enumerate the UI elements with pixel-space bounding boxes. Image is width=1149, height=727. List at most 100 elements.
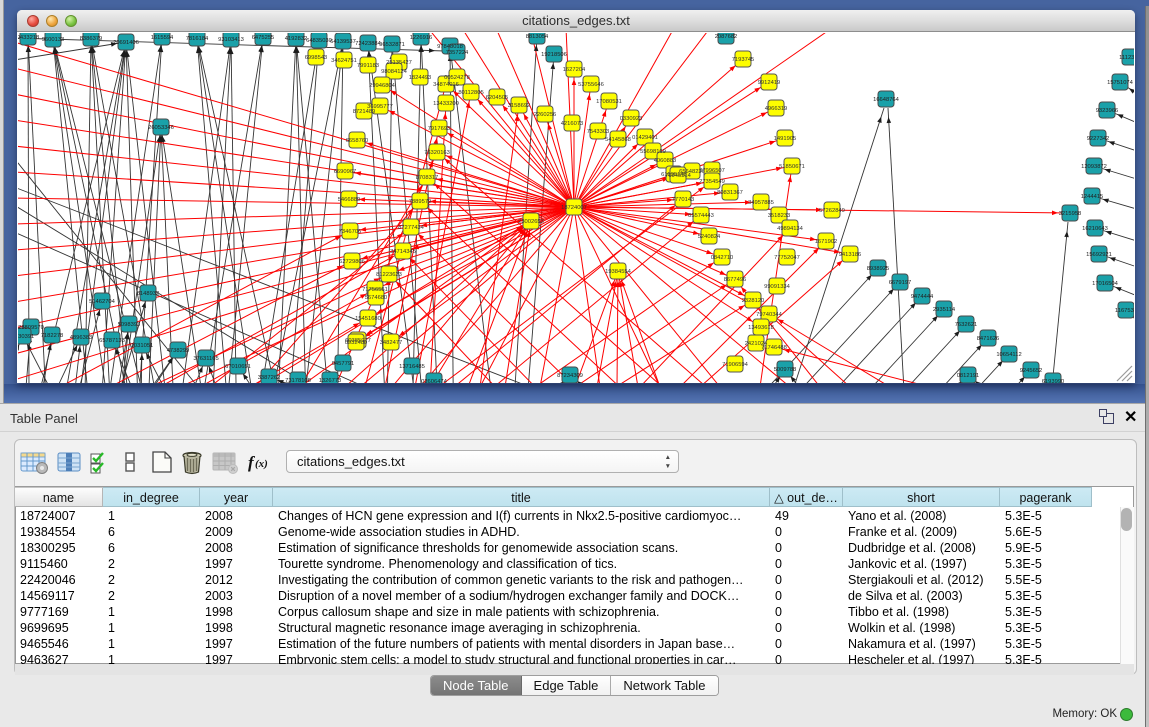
svg-text:9413186: 9413186	[839, 252, 862, 258]
svg-text:62729806: 62729806	[339, 259, 365, 265]
svg-text:01429401: 01429401	[632, 135, 658, 141]
svg-text:67010651: 67010651	[225, 364, 251, 370]
svg-text:64835030: 64835030	[306, 38, 332, 44]
svg-text:98084124: 98084124	[381, 69, 408, 75]
svg-text:29946804: 29946804	[369, 83, 396, 89]
svg-text:1167533: 1167533	[1115, 308, 1134, 314]
svg-text:7193745: 7193745	[732, 57, 755, 63]
svg-text:3158692: 3158692	[508, 103, 531, 109]
svg-text:3387262: 3387262	[258, 375, 281, 381]
svg-text:2935114: 2935114	[933, 307, 956, 313]
svg-text:87277434: 87277434	[398, 225, 425, 231]
svg-text:4216073: 4216073	[561, 121, 584, 127]
svg-text:1491905: 1491905	[774, 136, 797, 142]
svg-text:0330923: 0330923	[620, 116, 643, 122]
svg-text:7816184: 7816184	[186, 36, 209, 42]
svg-text:7991183: 7991183	[357, 63, 379, 69]
svg-text:3482477: 3482477	[380, 340, 403, 346]
svg-text:93103413: 93103413	[218, 37, 244, 43]
svg-text:23002653: 23002653	[518, 219, 544, 225]
svg-text:2328120: 2328120	[742, 298, 765, 304]
svg-text:1112345: 1112345	[1119, 55, 1134, 61]
svg-text:5430391: 5430391	[18, 334, 34, 340]
svg-text:13716485: 13716485	[399, 364, 425, 370]
svg-text:99091334: 99091334	[764, 284, 791, 290]
svg-text:00524278: 00524278	[444, 75, 470, 81]
svg-text:20691406: 20691406	[113, 40, 139, 46]
svg-text:71906594: 71906594	[722, 362, 749, 368]
svg-text:8938925: 8938925	[867, 266, 890, 272]
svg-text:5466889: 5466889	[338, 197, 361, 203]
svg-text:87234309: 87234309	[557, 373, 583, 379]
svg-text:6679197: 6679197	[889, 280, 912, 286]
svg-text:1326773: 1326773	[319, 378, 342, 383]
svg-text:55698169: 55698169	[640, 149, 666, 155]
svg-text:5009788: 5009788	[774, 367, 797, 373]
svg-text:4738299: 4738299	[167, 348, 190, 354]
svg-text:12093872: 12093872	[1081, 164, 1107, 170]
svg-text:8813054: 8813054	[526, 34, 549, 40]
svg-text:19384554: 19384554	[605, 269, 632, 275]
svg-text:7182278: 7182278	[41, 333, 64, 339]
svg-text:76945314: 76945314	[665, 173, 692, 179]
svg-text:02606474: 02606474	[421, 379, 448, 383]
svg-text:8386379: 8386379	[80, 36, 103, 42]
svg-text:5240824: 5240824	[698, 234, 721, 240]
svg-text:7346706: 7346706	[339, 229, 362, 235]
svg-text:76320163: 76320163	[424, 150, 450, 156]
svg-text:71746488: 71746488	[761, 345, 787, 351]
svg-text:73178108: 73178108	[285, 378, 311, 383]
svg-text:6204505: 6204505	[486, 95, 509, 101]
svg-text:51462704: 51462704	[89, 299, 116, 305]
svg-text:5674680: 5674680	[365, 295, 388, 301]
svg-text:1824493: 1824493	[409, 75, 432, 81]
svg-text:13433200: 13433200	[433, 101, 459, 107]
svg-text:9323966: 9323966	[1096, 108, 1119, 114]
svg-text:64139537: 64139537	[330, 39, 356, 45]
svg-text:7357224: 7357224	[446, 50, 469, 56]
svg-text:1226916: 1226916	[410, 35, 433, 41]
svg-text:7543303: 7543303	[587, 129, 610, 135]
svg-text:9457791: 9457791	[332, 361, 355, 367]
svg-text:4192832: 4192832	[285, 36, 308, 42]
svg-text:15751074: 15751074	[1107, 80, 1134, 86]
svg-text:57262849: 57262849	[819, 208, 845, 214]
svg-text:(x): (x)	[255, 458, 268, 470]
svg-text:28809570: 28809570	[18, 325, 44, 331]
svg-text:81223623: 81223623	[376, 272, 402, 278]
svg-text:8677496: 8677496	[724, 277, 747, 283]
svg-text:16648764: 16648764	[873, 97, 900, 103]
svg-text:25135427: 25135427	[386, 60, 412, 66]
svg-text:2087682: 2087682	[715, 34, 738, 40]
svg-text:16210643: 16210643	[1082, 226, 1108, 232]
svg-text:4966319: 4966319	[765, 106, 788, 112]
svg-text:6690967: 6690967	[334, 169, 357, 175]
svg-text:4896383: 4896383	[70, 335, 93, 341]
svg-text:65787133: 65787133	[99, 338, 125, 344]
svg-text:6475255: 6475255	[252, 35, 275, 41]
svg-text:13493618: 13493618	[748, 325, 774, 331]
svg-text:71756551: 71756551	[362, 287, 388, 293]
svg-text:6998543: 6998543	[305, 55, 328, 61]
svg-text:72423884: 72423884	[355, 41, 382, 47]
svg-text:9912419: 9912419	[758, 80, 781, 86]
svg-text:3215958: 3215958	[1059, 211, 1082, 217]
svg-text:7917693: 7917693	[428, 126, 451, 132]
svg-text:17080531: 17080531	[596, 99, 622, 105]
svg-text:0433218: 0433218	[18, 35, 39, 41]
svg-text:96532871: 96532871	[379, 42, 405, 48]
svg-text:51850671: 51850671	[779, 164, 805, 170]
svg-text:7770143: 7770143	[672, 197, 695, 203]
svg-text:34714345: 34714345	[390, 249, 416, 255]
svg-text:34624751: 34624751	[331, 58, 357, 64]
svg-text:15692921: 15692921	[1086, 252, 1112, 258]
svg-text:5098393: 5098393	[118, 322, 141, 328]
svg-text:19218506: 19218506	[541, 52, 567, 58]
svg-text:26053346: 26053346	[148, 125, 174, 131]
svg-text:0842710: 0842710	[711, 255, 734, 261]
svg-text:7889579: 7889579	[409, 199, 432, 205]
svg-text:34957885: 34957885	[748, 200, 774, 206]
svg-text:34874016: 34874016	[433, 82, 459, 88]
svg-text:49894134: 49894134	[777, 226, 804, 232]
svg-text:4060883: 4060883	[654, 158, 677, 164]
